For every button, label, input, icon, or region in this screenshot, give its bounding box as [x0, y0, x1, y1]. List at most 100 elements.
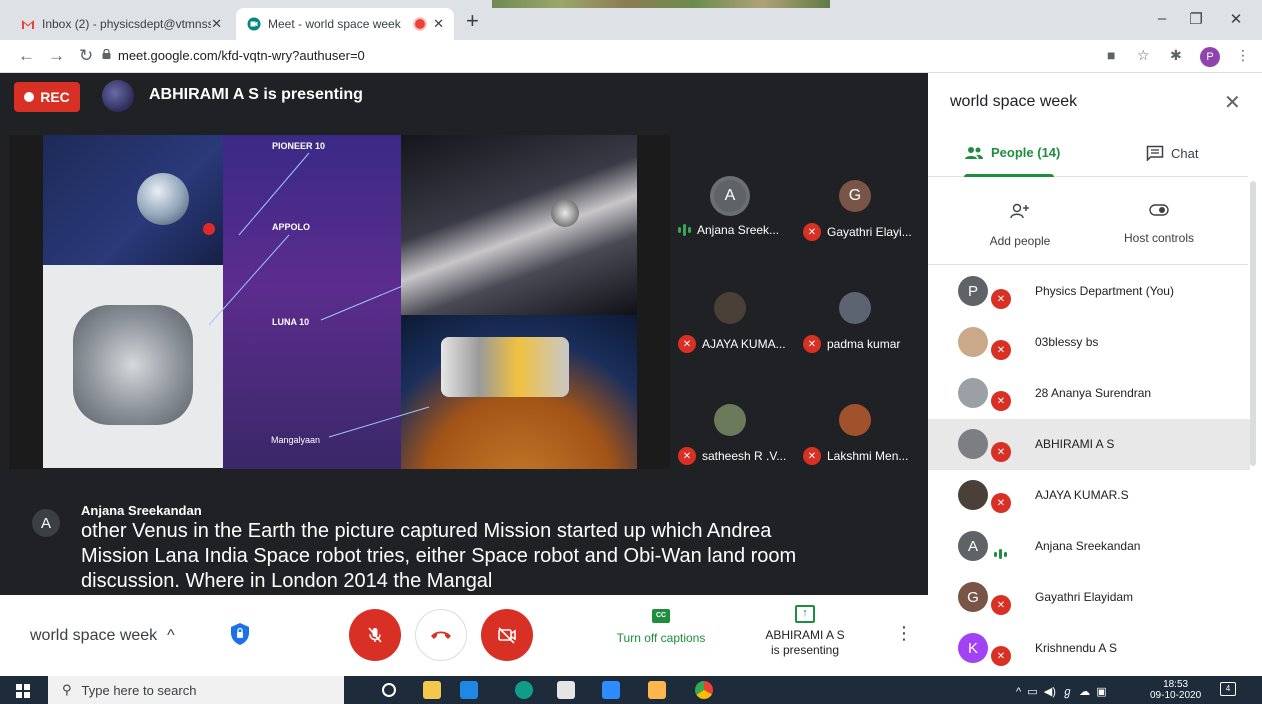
camera-indicator-icon[interactable]: ■ [1107, 47, 1115, 63]
caption-text: other Venus in the Earth the picture cap… [81, 520, 797, 592]
hang-up-icon [431, 631, 451, 639]
participant-avatar [958, 378, 988, 408]
forward-arrow-icon[interactable]: → [48, 46, 65, 66]
mic-off-icon: ✕ [678, 335, 696, 353]
participant-avatar [958, 480, 988, 510]
participant-name: Krishnendu A S [1035, 641, 1118, 655]
list-item[interactable]: ✕ 28 Ananya Surendran [928, 368, 1250, 419]
clock-time: 18:53 [1163, 679, 1189, 690]
tab-gmail[interactable]: Inbox (2) - physicsdept@vtmnssc ✕ [10, 8, 232, 40]
list-item[interactable]: G ✕ Gayathri Elayidam [928, 572, 1250, 623]
participant-tile[interactable]: ✕ padma kumar [795, 247, 920, 357]
profile-avatar[interactable]: P [1200, 47, 1220, 67]
participant-name: 28 Ananya Surendran [1035, 386, 1152, 400]
mic-off-icon: ✕ [678, 447, 696, 465]
close-tab-icon[interactable]: ✕ [433, 16, 444, 32]
browser-menu-icon[interactable]: ⋮ [1236, 47, 1250, 64]
reload-icon[interactable]: ↻ [79, 46, 93, 66]
mail-app-icon[interactable] [460, 681, 478, 699]
cortana-icon[interactable] [382, 683, 396, 697]
caption-speaker-name: Anjana Sreekandan [81, 503, 202, 518]
extensions-icon[interactable]: ✱ [1170, 47, 1182, 64]
list-item[interactable]: ✕ AJAYA KUMAR.S [928, 470, 1250, 521]
restore-button[interactable]: ❐ [1186, 10, 1206, 28]
tab-chat[interactable]: Chat [1146, 145, 1198, 161]
more-options-icon[interactable]: ⋮ [895, 623, 913, 644]
list-item[interactable]: ✕ ABHIRAMI A S [928, 419, 1250, 470]
notification-center-icon[interactable]: 4 [1220, 682, 1236, 696]
mic-off-icon: ✕ [991, 289, 1011, 309]
edge-browser-icon[interactable] [515, 681, 533, 699]
close-window-button[interactable]: ✕ [1226, 10, 1246, 28]
taskbar-clock[interactable]: 18:53 09-10-2020 [1150, 679, 1201, 701]
meet-icon [246, 16, 262, 32]
new-tab-button[interactable]: + [466, 10, 479, 32]
list-item[interactable]: A Anjana Sreekandan [928, 521, 1250, 572]
participant-tile[interactable]: ✕ AJAYA KUMA... [670, 247, 795, 357]
microphone-toggle-button[interactable] [349, 609, 401, 661]
participant-avatar [958, 429, 988, 459]
list-item[interactable]: K ✕ Krishnendu A S [928, 623, 1250, 674]
address-bar: ← → ↻ meet.google.com/kfd-vqtn-wry?authu… [0, 40, 1262, 73]
host-controls-button[interactable]: Host controls [1099, 203, 1219, 245]
taskbar-search-box[interactable]: ⚲ Type here to search [48, 676, 344, 704]
add-people-button[interactable]: Add people [960, 203, 1080, 248]
chat-icon [1146, 145, 1164, 161]
participant-avatar [958, 327, 988, 357]
windows-start-icon[interactable] [16, 684, 30, 698]
participant-list-scrollbar[interactable] [1250, 181, 1256, 466]
participant-tile[interactable]: ✕ Lakshmi Men... [795, 359, 920, 469]
participant-name: satheesh R .V... [702, 449, 787, 463]
minimize-button[interactable]: – [1152, 10, 1172, 27]
close-tab-icon[interactable]: ✕ [211, 16, 222, 32]
meeting-details-button[interactable]: world space week ^ [30, 627, 175, 645]
participant-tile[interactable]: ✕ satheesh R .V... [670, 359, 795, 469]
shield-lock-icon[interactable] [229, 622, 251, 646]
appolo-module-image [43, 265, 223, 468]
tab-title: Meet - world space week [268, 17, 401, 31]
lock-icon[interactable] [102, 49, 111, 59]
presented-slide: PIONEER 10 APPOLO LUNA 10 Mangalyaan [9, 135, 670, 469]
meeting-controls-bar: world space week ^ CC Turn off captions … [0, 595, 928, 676]
host-controls-label: Host controls [1123, 231, 1195, 245]
background-image-strip [492, 0, 830, 8]
recording-indicator-icon [415, 19, 426, 29]
mic-off-icon: ✕ [991, 595, 1011, 615]
zoom-app-icon[interactable] [602, 681, 620, 699]
list-item[interactable]: ✕ 03blessy bs [928, 317, 1250, 368]
participant-avatar: K [958, 633, 988, 663]
file-explorer-icon[interactable] [423, 681, 441, 699]
mic-off-icon: ✕ [991, 340, 1011, 360]
tab-meet[interactable]: Meet - world space week ✕ [236, 8, 454, 40]
camera-toggle-button[interactable] [481, 609, 533, 661]
mic-off-icon: ✕ [803, 447, 821, 465]
leave-call-button[interactable] [415, 609, 467, 661]
participant-tile[interactable]: G ✕ Gayathri Elayi... [795, 135, 920, 245]
tab-people[interactable]: People (14) [964, 145, 1060, 160]
participant-name: Anjana Sreekandan [1035, 539, 1141, 553]
bookmark-star-icon[interactable]: ☆ [1137, 47, 1150, 64]
mic-off-icon: ✕ [803, 223, 821, 241]
app-icon[interactable] [648, 681, 666, 699]
panel-tabs: People (14) Chat [928, 133, 1248, 177]
people-panel: world space week ✕ People (14) Chat Add … [928, 73, 1262, 676]
speaking-indicator-icon [994, 549, 1007, 559]
participant-avatar [839, 292, 871, 324]
system-tray-icons[interactable]: ^ ▭ ◀) ℊ ☁ ▣ [1016, 683, 1107, 699]
pioneer-probe-image [43, 135, 223, 265]
participant-tile[interactable]: A Anjana Sreek... [670, 135, 795, 245]
windows-taskbar: ⚲ Type here to search ^ ▭ ◀) ℊ ☁ ▣ 18:53… [0, 676, 1262, 704]
chrome-icon[interactable] [695, 681, 713, 699]
close-panel-icon[interactable]: ✕ [1224, 90, 1241, 115]
list-item[interactable]: P ✕ Physics Department (You) [928, 266, 1250, 317]
mic-off-icon: ✕ [991, 391, 1011, 411]
captions-toggle-button[interactable]: CC Turn off captions [600, 609, 722, 645]
tab-people-label: People (14) [991, 145, 1061, 160]
url-field[interactable]: meet.google.com/kfd-vqtn-wry?authuser=0 [118, 48, 365, 63]
closed-captions-icon: CC [652, 609, 670, 623]
back-arrow-icon[interactable]: ← [18, 46, 35, 66]
participant-name: ABHIRAMI A S [1035, 437, 1115, 451]
present-now-button[interactable]: ↑ ABHIRAMI A S is presenting [750, 605, 860, 658]
add-people-label: Add people [989, 234, 1051, 248]
store-app-icon[interactable] [557, 681, 575, 699]
